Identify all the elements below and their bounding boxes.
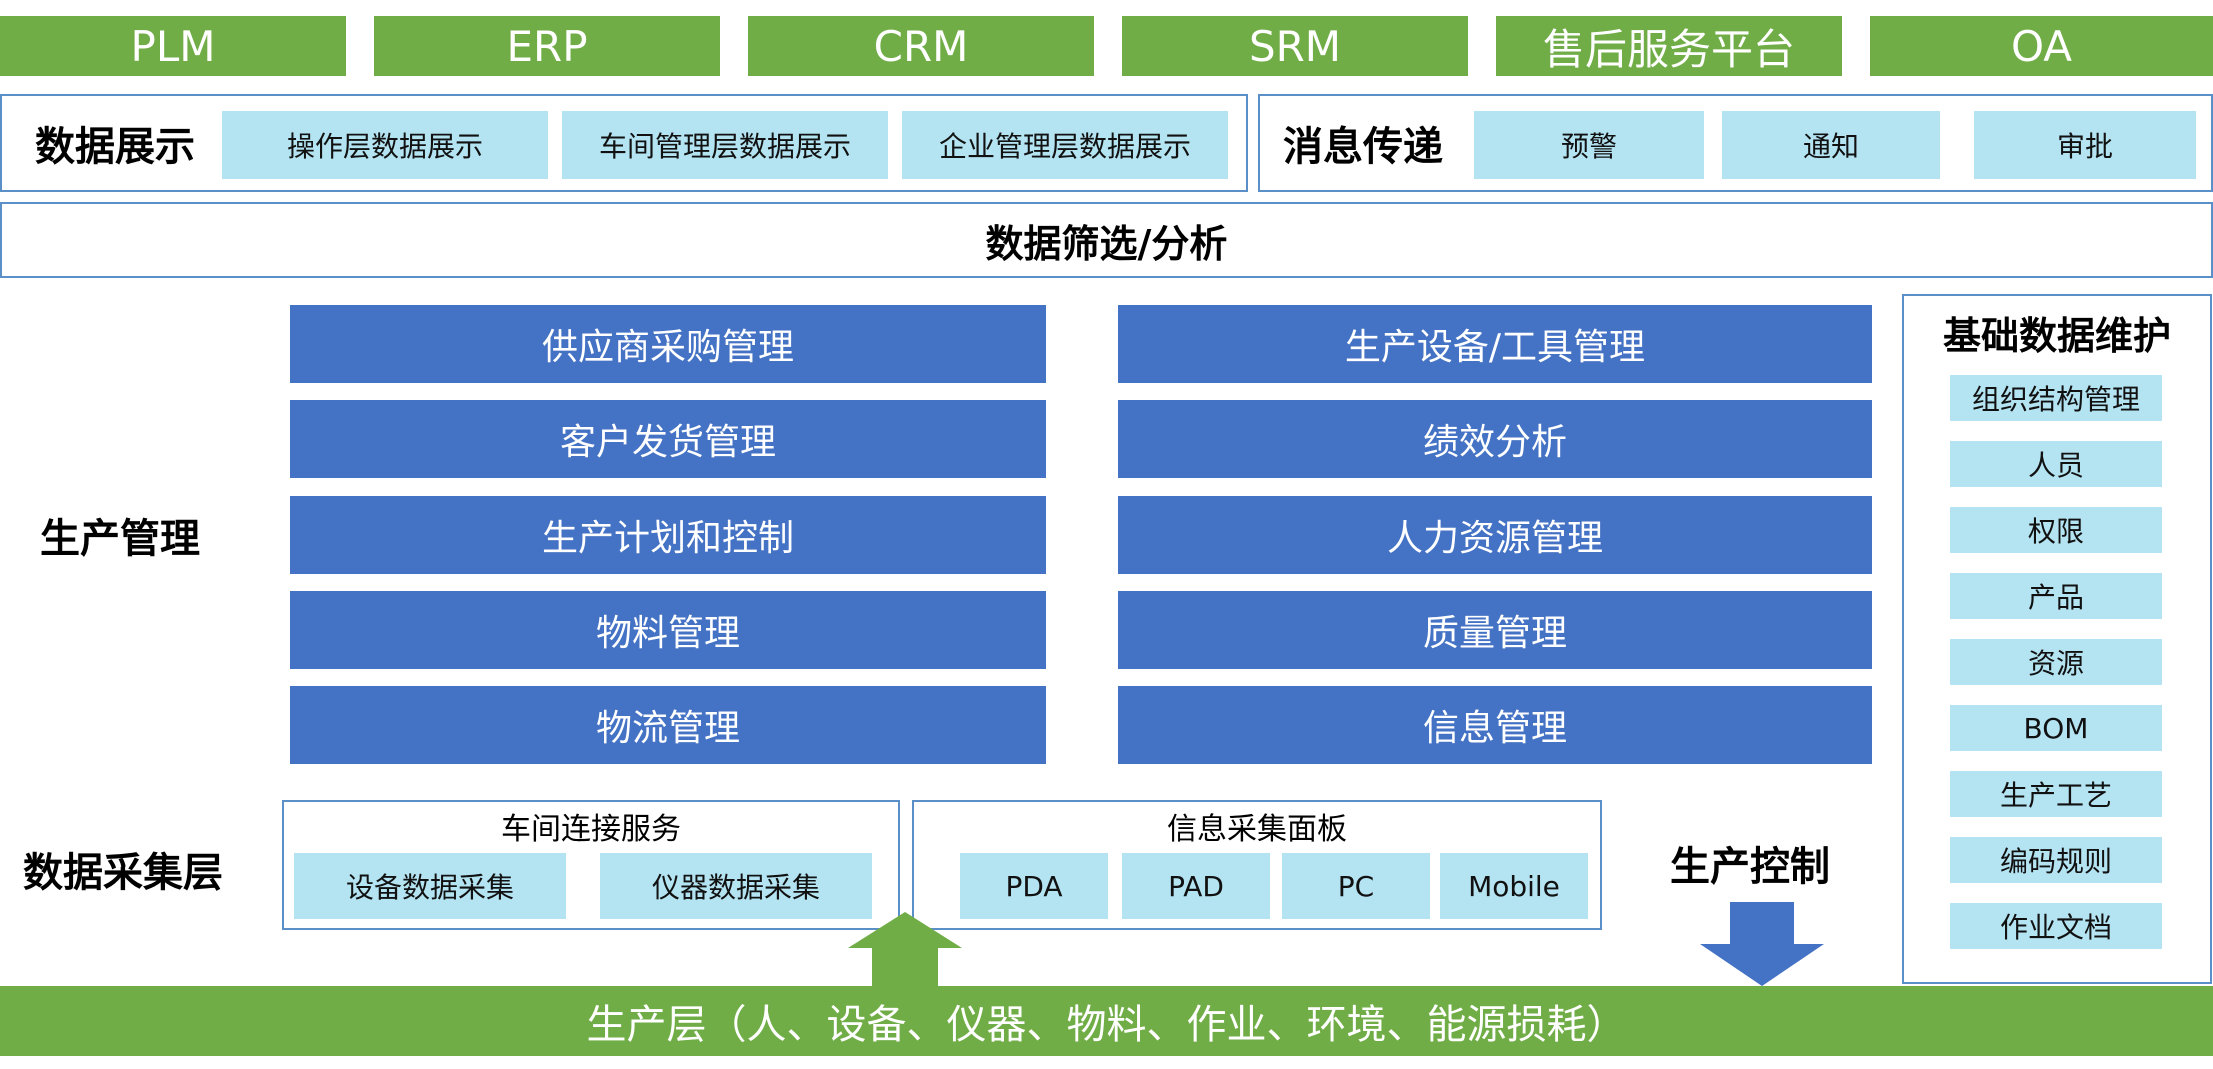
module-logistics-management[interactable]: 物流管理 — [290, 686, 1046, 764]
module-customer-shipping[interactable]: 客户发货管理 — [290, 400, 1046, 478]
production-management-label: 生产管理 — [40, 516, 200, 562]
base-org-structure[interactable]: 组织结构管理 — [1950, 375, 2162, 421]
data-filter-bar[interactable]: 数据筛选/分析 — [0, 202, 2213, 278]
system-crm[interactable]: CRM — [748, 16, 1094, 76]
base-work-documents[interactable]: 作业文档 — [1950, 903, 2162, 949]
system-srm[interactable]: SRM — [1122, 16, 1468, 76]
module-material-management[interactable]: 物料管理 — [290, 591, 1046, 669]
messaging-label: 消息传递 — [1283, 124, 1443, 170]
base-coding-rules[interactable]: 编码规则 — [1950, 837, 2162, 883]
display-workshop-layer[interactable]: 车间管理层数据展示 — [562, 111, 888, 179]
base-personnel[interactable]: 人员 — [1950, 441, 2162, 487]
upload-arrow-icon — [848, 912, 962, 986]
base-bom[interactable]: BOM — [1950, 705, 2162, 751]
device-pad[interactable]: PAD — [1122, 853, 1270, 919]
equipment-data-collection[interactable]: 设备数据采集 — [294, 853, 566, 919]
data-display-label: 数据展示 — [35, 124, 195, 170]
message-notice[interactable]: 通知 — [1722, 111, 1940, 179]
module-hr-management[interactable]: 人力资源管理 — [1118, 496, 1872, 574]
display-operation-layer[interactable]: 操作层数据展示 — [222, 111, 548, 179]
device-pc[interactable]: PC — [1282, 853, 1430, 919]
production-control-label: 生产控制 — [1670, 844, 1830, 890]
system-plm[interactable]: PLM — [0, 16, 346, 76]
module-supplier-purchase[interactable]: 供应商采购管理 — [290, 305, 1046, 383]
system-after-sales[interactable]: 售后服务平台 — [1496, 16, 1842, 76]
device-pda[interactable]: PDA — [960, 853, 1108, 919]
message-warning[interactable]: 预警 — [1474, 111, 1704, 179]
module-performance-analysis[interactable]: 绩效分析 — [1118, 400, 1872, 478]
module-quality-management[interactable]: 质量管理 — [1118, 591, 1872, 669]
info-collection-title: 信息采集面板 — [1167, 812, 1347, 847]
message-approval[interactable]: 审批 — [1974, 111, 2196, 179]
workshop-connection-title: 车间连接服务 — [501, 812, 681, 847]
device-mobile[interactable]: Mobile — [1440, 853, 1588, 919]
base-product[interactable]: 产品 — [1950, 573, 2162, 619]
system-erp[interactable]: ERP — [374, 16, 720, 76]
base-permissions[interactable]: 权限 — [1950, 507, 2162, 553]
display-enterprise-layer[interactable]: 企业管理层数据展示 — [902, 111, 1228, 179]
control-down-arrow-icon — [1700, 902, 1824, 986]
base-process[interactable]: 生产工艺 — [1950, 771, 2162, 817]
production-layer-bar[interactable]: 生产层（人、设备、仪器、物料、作业、环境、能源损耗） — [0, 986, 2213, 1056]
module-information-management[interactable]: 信息管理 — [1118, 686, 1872, 764]
base-data-title: 基础数据维护 — [1942, 313, 2171, 358]
system-oa[interactable]: OA — [1870, 16, 2213, 76]
instrument-data-collection[interactable]: 仪器数据采集 — [600, 853, 872, 919]
module-production-plan[interactable]: 生产计划和控制 — [290, 496, 1046, 574]
data-collection-label: 数据采集层 — [23, 850, 223, 896]
base-resources[interactable]: 资源 — [1950, 639, 2162, 685]
module-equipment-tools[interactable]: 生产设备/工具管理 — [1118, 305, 1872, 383]
